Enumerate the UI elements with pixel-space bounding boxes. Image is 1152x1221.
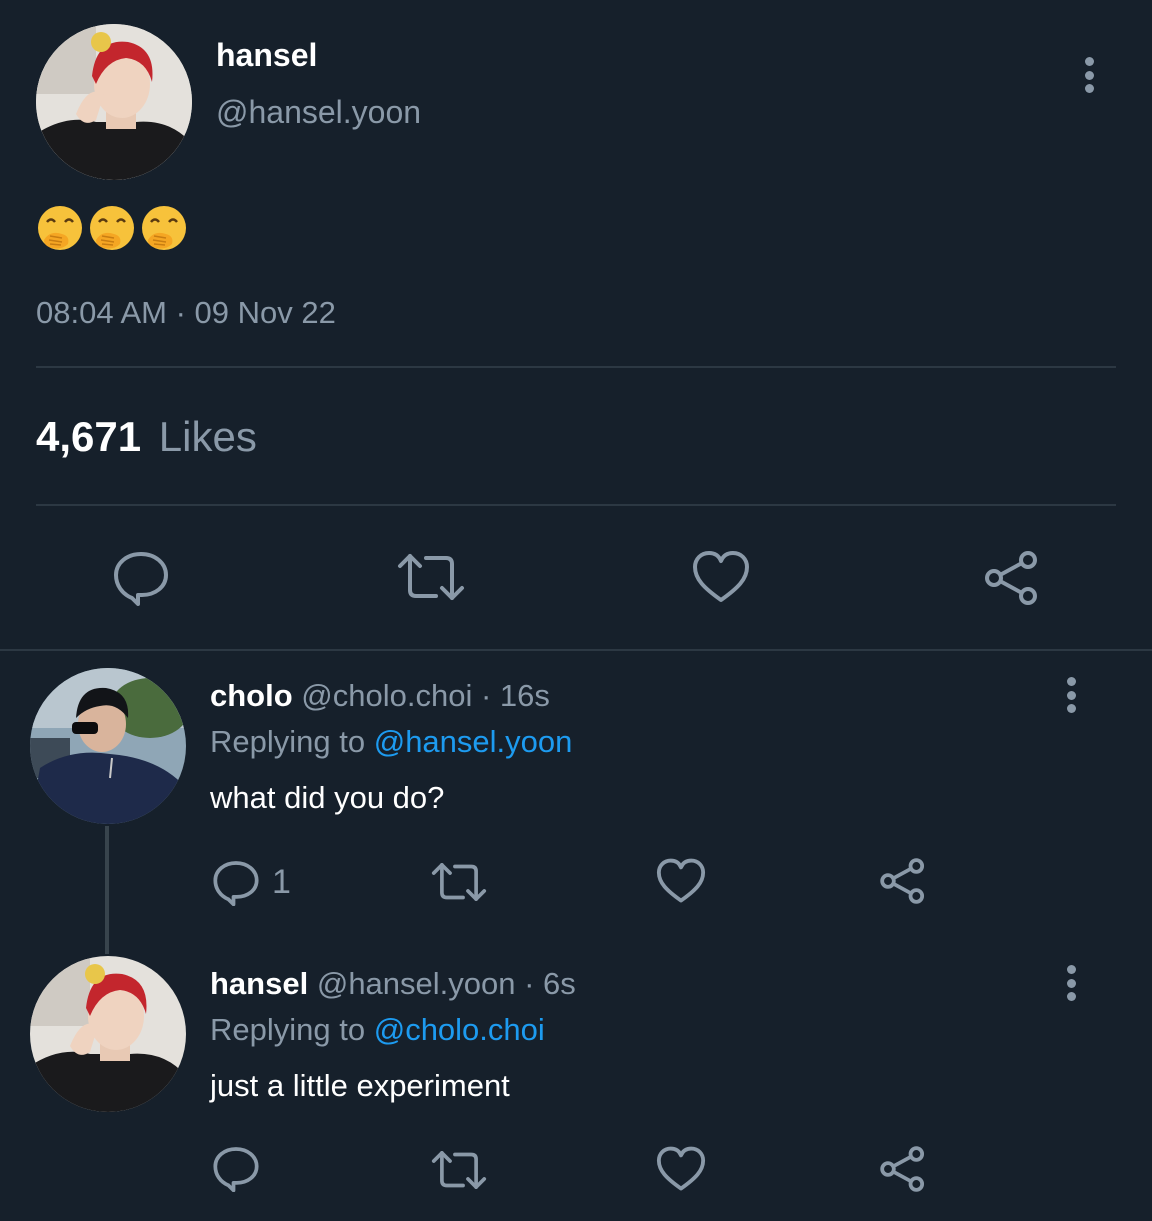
handle[interactable]: @cholo.choi (301, 678, 472, 713)
replying-prefix: Replying to (210, 1012, 366, 1047)
reply-icon[interactable] (212, 1144, 260, 1192)
mention-link[interactable]: @cholo.choi (374, 1012, 545, 1047)
handle[interactable]: @hansel.yoon (216, 92, 421, 132)
divider (36, 366, 1116, 368)
display-name[interactable]: hansel (216, 36, 317, 74)
more-vertical-icon[interactable] (1084, 57, 1094, 93)
reply-text: just a little experiment (210, 1068, 510, 1103)
share-icon[interactable] (878, 856, 928, 906)
reply-time: · 6s (524, 966, 576, 1001)
avatar[interactable] (30, 956, 186, 1112)
divider (36, 504, 1116, 506)
like-icon[interactable] (692, 550, 750, 604)
reply-header: cholo @cholo.choi · 16s (210, 676, 550, 716)
avatar[interactable] (36, 24, 192, 180)
retweet-icon[interactable] (430, 1148, 488, 1192)
replying-to-line: Replying to @hansel.yoon (210, 722, 572, 762)
avatar-image (36, 24, 192, 180)
likes-stat[interactable]: 4,671 Likes (36, 412, 257, 462)
more-vertical-icon[interactable] (1066, 677, 1076, 713)
replying-prefix: Replying to (210, 724, 366, 759)
display-name[interactable]: cholo (210, 678, 293, 713)
hand-over-mouth-emoji (38, 206, 82, 250)
more-vertical-icon[interactable] (1066, 965, 1076, 1001)
timestamp[interactable]: 08:04 AM · 09 Nov 22 (36, 294, 336, 332)
likes-label: Likes (158, 413, 257, 460)
likes-count: 4,671 (36, 413, 142, 460)
avatar-image (30, 956, 186, 1112)
share-icon[interactable] (982, 548, 1042, 608)
reply-text: what did you do? (210, 780, 445, 815)
mention-link[interactable]: @hansel.yoon (374, 724, 573, 759)
like-icon[interactable] (656, 858, 706, 904)
thread-line (105, 826, 109, 954)
reply-icon[interactable]: 1 (212, 858, 291, 906)
tweet-body (36, 204, 188, 256)
retweet-icon[interactable] (396, 550, 466, 604)
avatar-image (30, 668, 186, 824)
share-icon[interactable] (878, 1144, 928, 1194)
reply-time: · 16s (480, 678, 550, 713)
reply-header: hansel @hansel.yoon · 6s (210, 964, 576, 1004)
retweet-icon[interactable] (430, 860, 488, 904)
replying-to-line: Replying to @cholo.choi (210, 1010, 545, 1050)
reply-icon[interactable] (112, 548, 170, 606)
handle[interactable]: @hansel.yoon (317, 966, 516, 1001)
reply-count: 1 (272, 863, 291, 901)
like-icon[interactable] (656, 1146, 706, 1192)
section-divider (0, 649, 1152, 651)
hand-over-mouth-emoji (142, 206, 186, 250)
display-name[interactable]: hansel (210, 966, 308, 1001)
hand-over-mouth-emoji (90, 206, 134, 250)
avatar[interactable] (30, 668, 186, 824)
